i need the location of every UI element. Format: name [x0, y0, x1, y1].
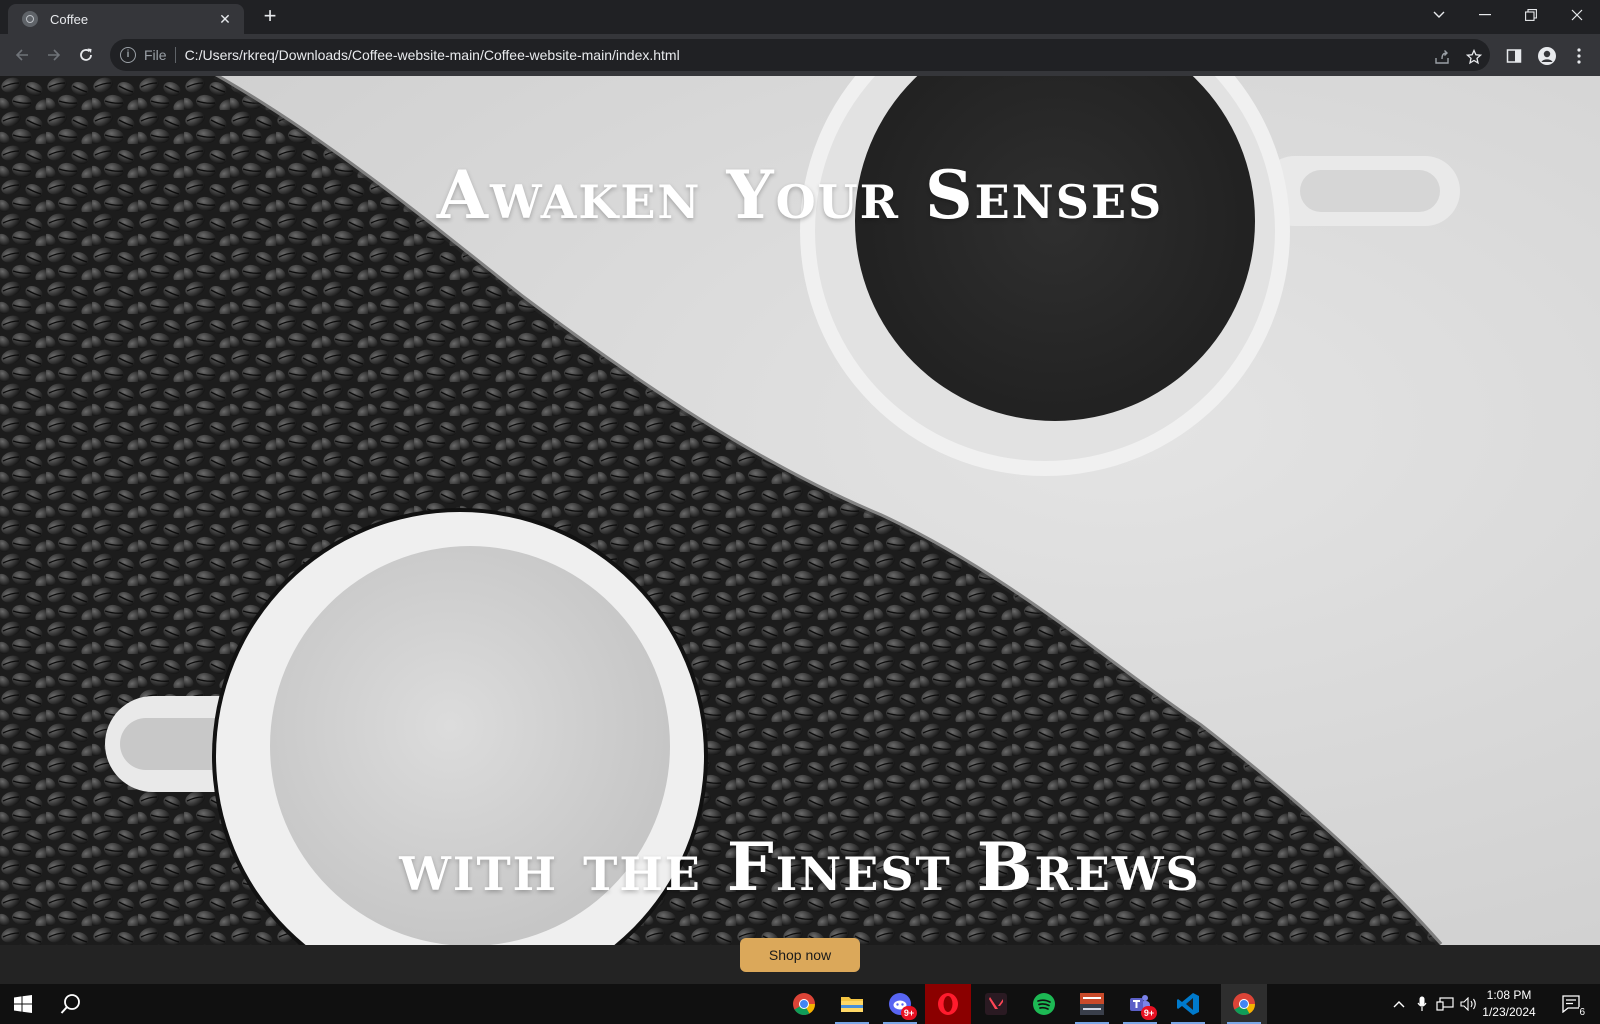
hero-headline-top: Awaken Your Senses [436, 156, 1164, 234]
back-icon[interactable] [8, 41, 36, 69]
chrome-taskbar-icon[interactable] [781, 984, 827, 1024]
shop-now-button[interactable]: Shop now [740, 938, 860, 972]
hero-section: Awaken Your Senses with the Finest Brews [0, 76, 1600, 945]
clock-time: 1:08 PM [1486, 988, 1532, 1002]
share-icon[interactable] [1432, 47, 1452, 67]
browser-toolbar: i File C:/Users/rkreq/Downloads/Coffee-w… [0, 34, 1600, 76]
taskbar-clock[interactable]: 1:08 PM 1/23/2024 [1476, 987, 1542, 1021]
vscode-taskbar-icon[interactable] [1165, 984, 1211, 1024]
browser-tab-strip: Coffee ✕ + [0, 0, 1600, 34]
file-explorer-taskbar-icon[interactable] [829, 984, 875, 1024]
new-tab-button[interactable]: + [258, 5, 282, 29]
address-scheme-chip: File [144, 47, 176, 63]
side-panel-icon[interactable] [1503, 45, 1525, 67]
network-icon[interactable] [1434, 984, 1456, 1024]
tab-title: Coffee [50, 11, 89, 27]
profile-icon[interactable] [1536, 45, 1558, 67]
tab-search-icon[interactable] [1416, 0, 1462, 30]
globe-icon [22, 11, 38, 27]
forward-icon[interactable] [40, 41, 68, 69]
teams-taskbar-icon[interactable]: 9+ [1117, 984, 1163, 1024]
url-text[interactable]: C:/Users/rkreq/Downloads/Coffee-website-… [185, 47, 680, 63]
reload-icon[interactable] [72, 41, 100, 69]
windows-taskbar: 9+ 9+ 1:08 PM 1/23/2024 6 [0, 984, 1600, 1024]
browser-tab[interactable]: Coffee ✕ [8, 4, 244, 34]
windows-start-icon[interactable] [0, 984, 46, 1024]
notification-center-icon[interactable]: 6 [1556, 984, 1588, 1024]
bookmark-star-icon[interactable] [1464, 47, 1484, 67]
discord-taskbar-icon[interactable]: 9+ [877, 984, 923, 1024]
minimize-icon[interactable] [1462, 0, 1508, 30]
site-info-icon[interactable]: i [120, 47, 136, 63]
address-bar[interactable]: i File C:/Users/rkreq/Downloads/Coffee-w… [110, 39, 1490, 71]
teams-badge: 9+ [1141, 1006, 1157, 1020]
close-window-icon[interactable] [1554, 0, 1600, 30]
restore-icon[interactable] [1508, 0, 1554, 30]
microphone-icon[interactable] [1412, 984, 1432, 1024]
spotify-taskbar-icon[interactable] [1021, 984, 1067, 1024]
hero-headline-bottom: with the Finest Brews [399, 828, 1201, 906]
tab-close-icon[interactable]: ✕ [216, 11, 234, 28]
opera-taskbar-icon[interactable] [925, 984, 971, 1024]
notification-count: 6 [1579, 1007, 1585, 1018]
browser-menu-icon[interactable] [1568, 45, 1590, 67]
voicemeeter-taskbar-icon[interactable] [1069, 984, 1115, 1024]
discord-badge: 9+ [901, 1006, 917, 1020]
valorant-taskbar-icon[interactable] [973, 984, 1019, 1024]
clock-date: 1/23/2024 [1482, 1005, 1536, 1019]
show-hidden-icons-chevron-icon[interactable] [1388, 984, 1410, 1024]
search-icon[interactable] [48, 984, 94, 1024]
chrome-taskbar-icon-active[interactable] [1221, 984, 1267, 1024]
